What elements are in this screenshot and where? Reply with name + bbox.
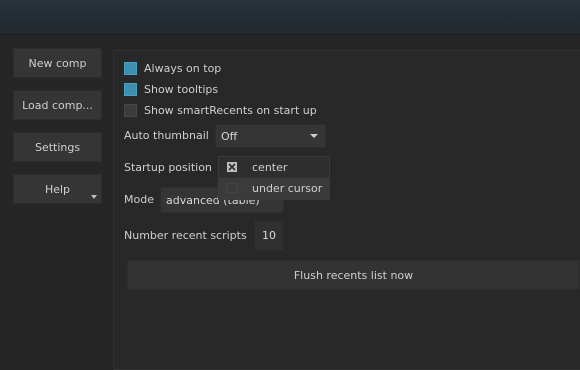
flush-recents-label: Flush recents list now	[293, 268, 414, 282]
settings-button[interactable]: Settings	[13, 132, 102, 162]
chevron-down-icon	[310, 134, 318, 138]
show-smartrecents-checkbox[interactable]	[124, 103, 137, 117]
auto-thumbnail-select[interactable]: Off	[215, 124, 326, 148]
settings-label: Settings	[34, 140, 81, 154]
show-smartrecents-row[interactable]: Show smartRecents on start up	[124, 102, 317, 118]
auto-thumbnail-label: Auto thumbnail	[124, 129, 209, 142]
flush-recents-button[interactable]: Flush recents list now	[127, 260, 580, 290]
new-comp-button[interactable]: New comp	[13, 48, 102, 78]
show-tooltips-checkbox[interactable]	[124, 82, 137, 96]
mode-label: Mode	[124, 193, 154, 206]
always-on-top-checkbox[interactable]	[124, 61, 137, 75]
show-smartrecents-label: Show smartRecents on start up	[144, 103, 317, 117]
always-on-top-label: Always on top	[144, 61, 222, 75]
option-center[interactable]: center	[219, 157, 329, 178]
number-recent-scripts-value: 10	[262, 229, 276, 242]
show-tooltips-label: Show tooltips	[144, 82, 219, 96]
auto-thumbnail-value: Off	[221, 129, 238, 143]
load-comp-label: Load comp...	[22, 98, 93, 112]
startup-position-label: Startup position	[124, 161, 212, 174]
empty-square-icon	[227, 183, 237, 193]
window-titlebar	[0, 0, 580, 35]
help-button[interactable]: Help	[13, 174, 102, 204]
move-cross-icon	[227, 162, 237, 172]
startup-position-dropdown[interactable]: center under cursor	[218, 156, 330, 200]
help-label: Help	[44, 182, 71, 196]
option-center-label: center	[252, 161, 288, 174]
chevron-down-icon	[91, 195, 97, 199]
number-recent-scripts-field[interactable]: 10	[254, 220, 284, 251]
show-tooltips-row[interactable]: Show tooltips	[124, 81, 218, 97]
new-comp-label: New comp	[28, 56, 87, 70]
option-under-cursor-label: under cursor	[252, 182, 323, 195]
always-on-top-row[interactable]: Always on top	[124, 60, 221, 76]
option-under-cursor[interactable]: under cursor	[219, 178, 329, 199]
load-comp-button[interactable]: Load comp...	[13, 90, 102, 120]
number-recent-scripts-label: Number recent scripts	[124, 229, 247, 242]
